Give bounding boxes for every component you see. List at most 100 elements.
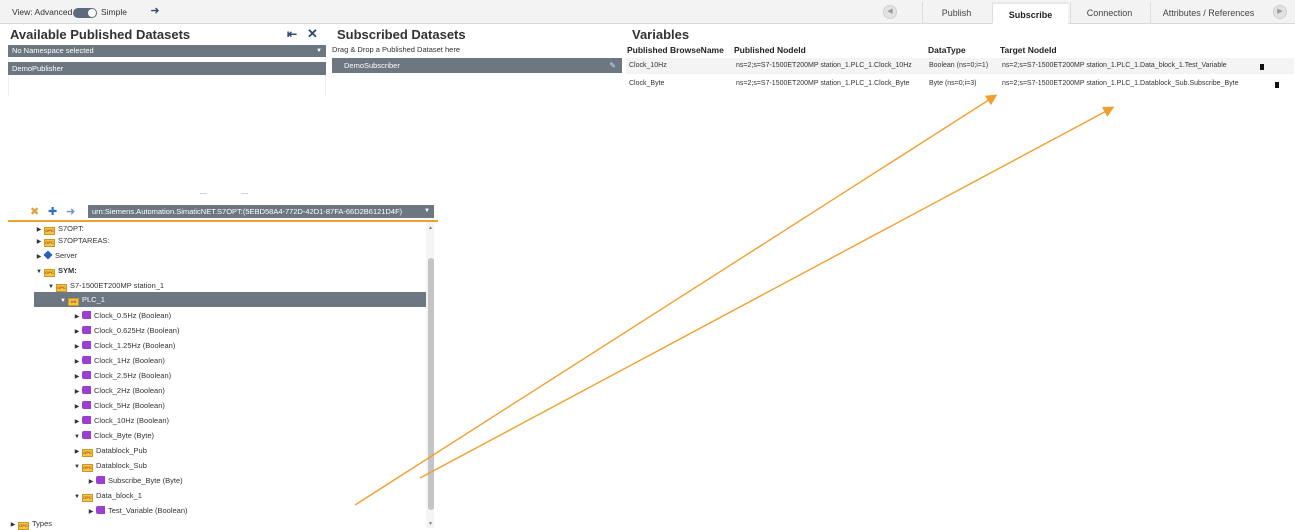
tabs-scroll-right-icon[interactable]: ▶ — [1273, 5, 1287, 19]
published-dataset-item[interactable]: DemoPublisher — [8, 62, 326, 75]
tree-item[interactable]: ▶ Clock_5Hz (Boolean) — [72, 398, 165, 413]
variable-icon — [82, 386, 91, 394]
chevron-down-icon: ▼ — [424, 208, 430, 214]
tab-subscribe[interactable]: Subscribe — [992, 2, 1068, 24]
tree-item[interactable]: ▶ Clock_1.25Hz (Boolean) — [72, 338, 175, 353]
subscribed-dataset-label: DemoSubscriber — [344, 61, 400, 70]
folder-icon: DB — [68, 298, 79, 306]
tree-item[interactable]: ▶ Clock_0.5Hz (Boolean) — [72, 308, 171, 323]
available-datasets-title: Available Published Datasets — [10, 27, 191, 42]
view-mode-toggle[interactable] — [73, 8, 97, 18]
tree-item[interactable]: ▶ Clock_10Hz (Boolean) — [72, 413, 169, 428]
variable-icon — [82, 326, 91, 334]
endpoint-select[interactable]: urn:Siemens.Automation.SimaticNET.S7OPT:… — [88, 205, 434, 218]
variable-icon — [82, 416, 91, 424]
server-icon — [43, 250, 53, 260]
variable-icon — [96, 476, 105, 484]
folder-icon: OPC — [82, 494, 93, 502]
tabs-scroll-left-icon[interactable]: ◀ — [883, 5, 897, 19]
top-toolbar: View: Advanced Simple ➜ ◀ Publish Subscr… — [0, 0, 1295, 24]
tab-connection[interactable]: Connection — [1070, 2, 1148, 24]
export-icon[interactable]: ➜ — [66, 205, 75, 218]
tab-publish[interactable]: Publish — [922, 2, 990, 24]
expand-icon[interactable]: ▶ — [8, 518, 18, 530]
tree-item-label: Clock_1.25Hz (Boolean) — [94, 341, 176, 350]
collapse-icon[interactable]: ▼ — [34, 265, 44, 280]
tree-item-label: S7OPT: — [58, 224, 84, 233]
tree-item-label: Clock_2.5Hz (Boolean) — [94, 371, 172, 380]
endpoint-select-value: urn:Siemens.Automation.SimaticNET.S7OPT:… — [92, 207, 403, 216]
drop-hint: Drag & Drop a Published Dataset here — [332, 45, 460, 54]
column-header-datatype: DataType — [928, 45, 966, 55]
folder-icon: OPC — [56, 284, 67, 292]
collapse-icon[interactable]: ▼ — [58, 294, 68, 309]
collapse-icon[interactable]: ▼ — [72, 460, 82, 475]
tree-item[interactable]: ▶ Subscribe_Byte (Byte) — [86, 473, 183, 488]
tree-item[interactable]: ▶ OPC S7OPTAREAS: — [34, 233, 110, 248]
tab-attributes-references[interactable]: Attributes / References — [1150, 2, 1266, 24]
variable-icon — [82, 341, 91, 349]
folder-icon: OPC — [82, 464, 93, 472]
tree-item-label: Subscribe_Byte (Byte) — [108, 476, 183, 485]
splitter-handle[interactable]: —— — [200, 190, 282, 197]
tree-item-label: Clock_Byte (Byte) — [94, 431, 155, 440]
subscribed-datasets-title: Subscribed Datasets — [337, 27, 466, 42]
row-target-nodeid[interactable]: ns=2;s=S7-1500ET200MP station_1.PLC_1.Da… — [1002, 80, 1238, 87]
tree-item-label: Test_Variable (Boolean) — [108, 506, 188, 515]
tree-item-label: S7-1500ET200MP station_1 — [70, 281, 165, 290]
toggle-knob — [88, 9, 96, 17]
chevron-down-icon: ▼ — [316, 48, 322, 54]
tree-item[interactable]: ▶ Server — [34, 248, 77, 263]
tree-item-label: Clock_10Hz (Boolean) — [94, 416, 170, 425]
variables-title: Variables — [632, 27, 690, 42]
tree-item-label: S7OPTAREAS: — [58, 236, 110, 245]
tree-item[interactable]: ▶ Test_Variable (Boolean) — [86, 503, 188, 518]
edit-icon[interactable]: ✎ — [609, 58, 616, 73]
tree-item-label: Datablock_Sub — [96, 461, 147, 470]
column-header-target-nodeid: Target NodeId — [1000, 45, 1057, 55]
expand-icon[interactable]: ▶ — [86, 505, 96, 520]
namespace-select[interactable]: No Namespace selected ▼ — [8, 45, 326, 57]
tree-item[interactable]: ▼ OPC Datablock_Sub — [72, 458, 147, 473]
tree-item[interactable]: ▶ Clock_2Hz (Boolean) — [72, 383, 165, 398]
tree-item[interactable]: ▶ OPC Types — [8, 516, 52, 530]
close-icon[interactable]: ✕ — [307, 26, 318, 42]
row-node-id: ns=2;s=S7-1500ET200MP station_1.PLC_1.Cl… — [736, 62, 912, 69]
folder-icon: OPC — [82, 449, 93, 457]
mapping-arrow-subscribe-byte — [419, 106, 1115, 479]
namespace-select-value: No Namespace selected — [12, 46, 94, 55]
collapse-icon[interactable]: ▼ — [72, 490, 82, 505]
tree-item[interactable]: ▼ Clock_Byte (Byte) — [72, 428, 154, 443]
disconnect-icon[interactable]: ✖ — [30, 205, 39, 218]
tree-item[interactable]: ▶ Clock_2.5Hz (Boolean) — [72, 368, 171, 383]
delete-icon[interactable] — [1275, 82, 1279, 88]
variable-icon — [82, 431, 91, 439]
mapping-arrow-test-variable — [354, 94, 998, 506]
variable-icon — [82, 311, 91, 319]
view-mode-label: View: Advanced — [12, 7, 73, 17]
add-dataset-icon[interactable]: ⇤ — [287, 27, 297, 41]
subscribed-dataset-item[interactable]: DemoSubscriber ✎ — [332, 58, 622, 73]
folder-icon: OPC — [44, 269, 55, 277]
tree-item-label: Clock_0.625Hz (Boolean) — [94, 326, 180, 335]
simple-label: Simple — [101, 7, 127, 17]
tree-item[interactable]: ▶ Clock_1Hz (Boolean) — [72, 353, 165, 368]
tree-item[interactable]: ▼ DB PLC_1 — [34, 292, 426, 307]
delete-icon[interactable] — [1260, 64, 1264, 70]
variable-icon — [82, 371, 91, 379]
tree-item[interactable]: ▶ OPC Datablock_Pub — [72, 443, 147, 458]
row-node-id: ns=2;s=S7-1500ET200MP station_1.PLC_1.Cl… — [736, 80, 910, 87]
tree-item[interactable]: ▼ OPC SYM: — [34, 263, 77, 278]
export-icon[interactable]: ➜ — [148, 4, 162, 18]
tree-item[interactable]: ▼ OPC S7-1500ET200MP station_1 — [46, 278, 164, 293]
variable-icon — [82, 356, 91, 364]
scroll-down-icon[interactable]: ▼ — [428, 521, 433, 527]
connect-icon[interactable]: ✚ — [48, 205, 57, 218]
tree-item-label: Data_block_1 — [96, 491, 142, 500]
tree-item[interactable]: ▶ Clock_0.625Hz (Boolean) — [72, 323, 179, 338]
scroll-up-icon[interactable]: ▲ — [428, 225, 433, 231]
tree-item[interactable]: ▼ OPC Data_block_1 — [72, 488, 142, 503]
row-target-nodeid[interactable]: ns=2;s=S7-1500ET200MP station_1.PLC_1.Da… — [1002, 62, 1227, 69]
row-data-type: Boolean (ns=0;i=1) — [929, 62, 989, 69]
tree-scrollbar-thumb[interactable] — [428, 258, 434, 510]
